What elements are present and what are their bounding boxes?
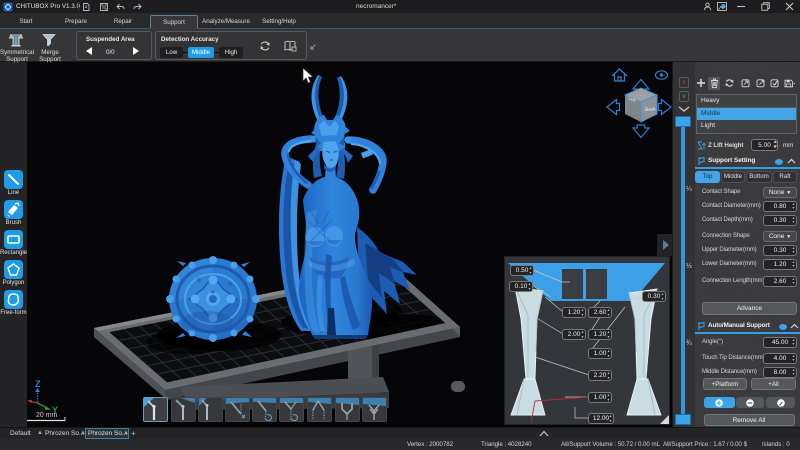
svg-text:20 mm: 20 mm: [36, 412, 58, 419]
svg-text:Z: Z: [35, 379, 41, 389]
svg-text:Back: Back: [645, 106, 657, 113]
